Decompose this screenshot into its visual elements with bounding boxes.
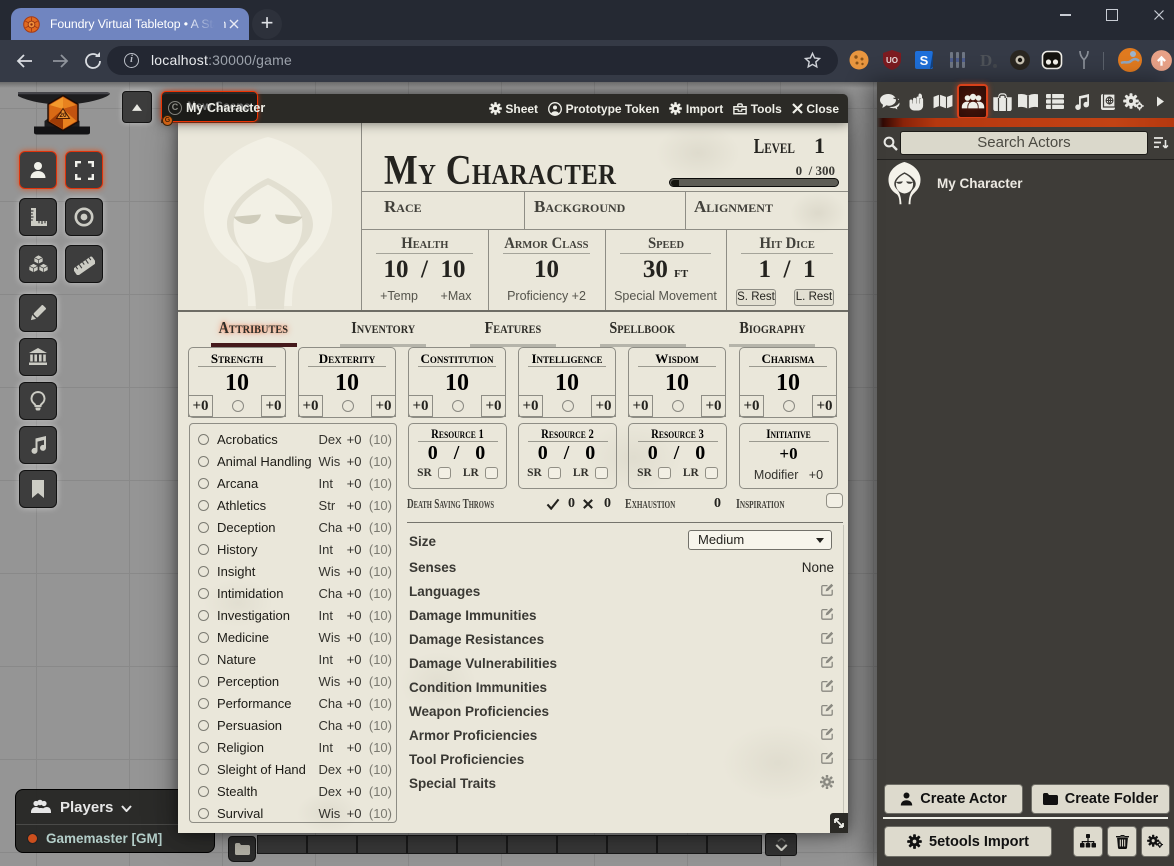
svg-text:D: D bbox=[980, 51, 992, 70]
svg-text:20: 20 bbox=[59, 112, 67, 119]
svg-text:UO: UO bbox=[886, 56, 898, 65]
svg-text:S: S bbox=[920, 53, 929, 68]
